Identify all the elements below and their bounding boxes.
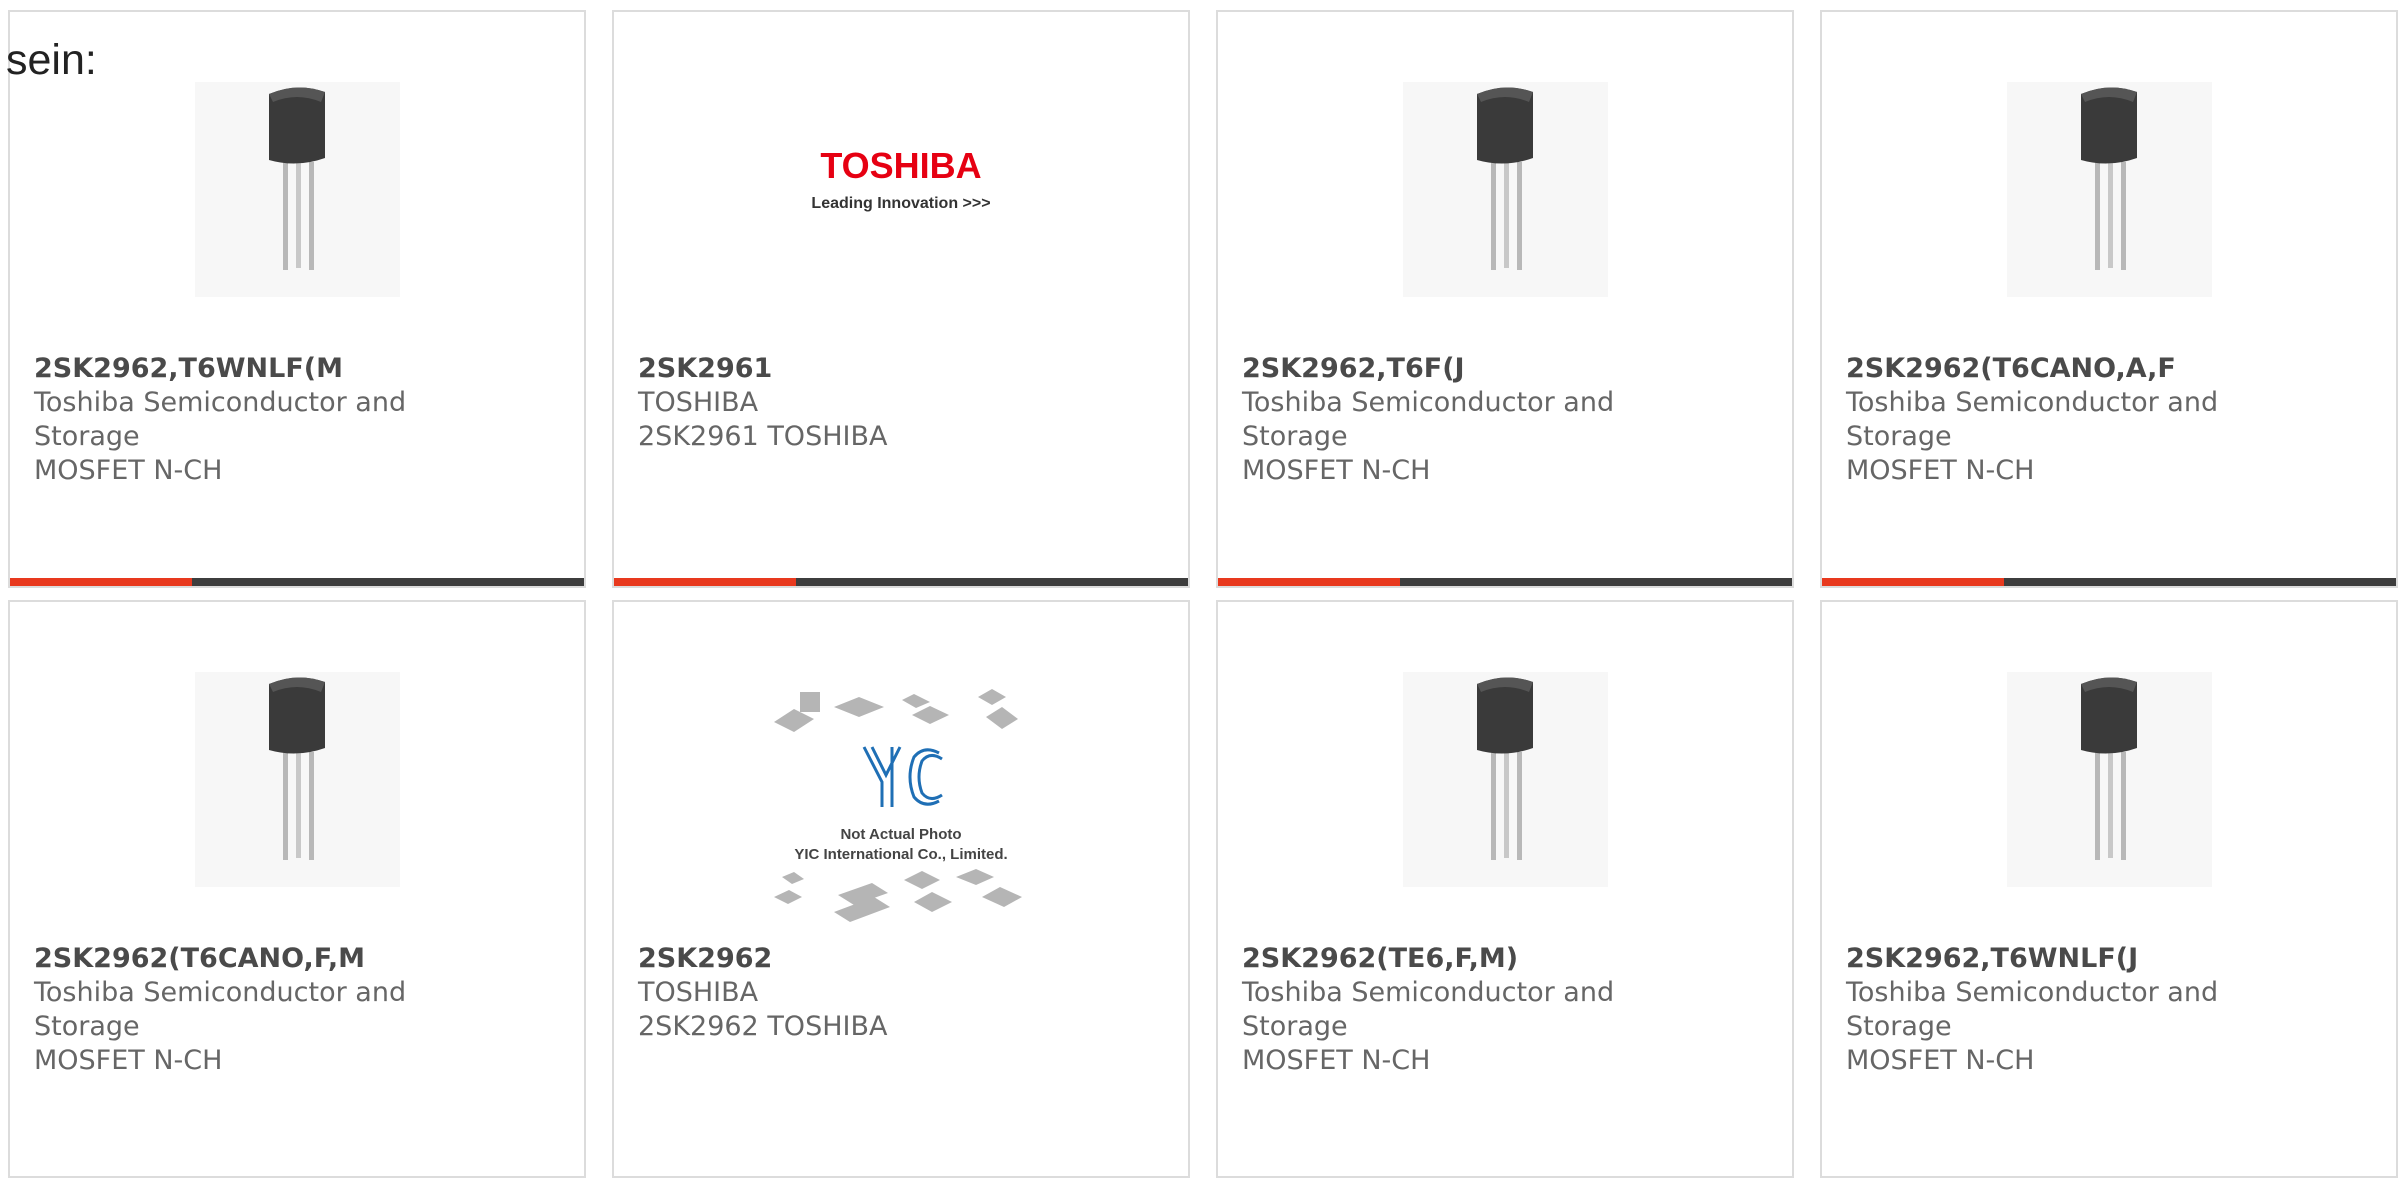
placeholder-line2: YIC International Co., Limited. bbox=[794, 846, 1007, 863]
part-number[interactable]: 2SK2962(T6CANO,F,M bbox=[34, 942, 424, 976]
product-card[interactable]: TOSHIBA Leading Innovation >>> 2SK2961 T… bbox=[612, 10, 1190, 588]
card-bar-accent bbox=[614, 578, 796, 586]
product-card[interactable]: 2SK2962,T6WNLF(J Toshiba Semiconductor a… bbox=[1820, 600, 2398, 1178]
product-card[interactable]: 2SK2962(T6CANO,A,F Toshiba Semiconductor… bbox=[1820, 10, 2398, 588]
manufacturer: Toshiba Semiconductor and Storage bbox=[1846, 977, 2219, 1042]
product-info: 2SK2962 TOSHIBA 2SK2962 TOSHIBA bbox=[638, 942, 1028, 1044]
manufacturer: TOSHIBA bbox=[638, 387, 759, 418]
transistor-image[interactable] bbox=[2007, 82, 2212, 297]
part-number[interactable]: 2SK2962,T6WNLF(M bbox=[34, 352, 424, 386]
product-info: 2SK2962(T6CANO,F,M Toshiba Semiconductor… bbox=[34, 942, 424, 1078]
product-info: 2SK2961 TOSHIBA 2SK2961 TOSHIBA bbox=[638, 352, 1028, 454]
manufacturer: Toshiba Semiconductor and Storage bbox=[1846, 387, 2219, 452]
transistor-image[interactable] bbox=[195, 82, 400, 297]
manufacturer: Toshiba Semiconductor and Storage bbox=[34, 387, 407, 452]
placeholder-line1: Not Actual Photo bbox=[840, 826, 961, 843]
description: 2SK2961 TOSHIBA bbox=[638, 421, 888, 452]
part-number[interactable]: 2SK2962(TE6,F,M) bbox=[1242, 942, 1632, 976]
card-bar bbox=[10, 578, 584, 586]
transistor-image[interactable] bbox=[195, 672, 400, 887]
yic-placeholder-image[interactable]: Not Actual Photo YIC International Co., … bbox=[764, 687, 1039, 937]
product-info: 2SK2962(T6CANO,A,F Toshiba Semiconductor… bbox=[1846, 352, 2236, 488]
card-bar bbox=[1218, 578, 1792, 586]
card-bar bbox=[614, 578, 1188, 586]
card-bar-accent bbox=[1822, 578, 2004, 586]
toshiba-logo[interactable]: TOSHIBA Leading Innovation >>> bbox=[764, 82, 1039, 297]
product-card[interactable]: 2SK2962,T6F(J Toshiba Semiconductor and … bbox=[1216, 10, 1794, 588]
manufacturer: Toshiba Semiconductor and Storage bbox=[1242, 977, 1615, 1042]
description: MOSFET N-CH bbox=[34, 1045, 223, 1076]
description: MOSFET N-CH bbox=[1846, 1045, 2035, 1076]
manufacturer: Toshiba Semiconductor and Storage bbox=[1242, 387, 1615, 452]
product-card[interactable]: Not Actual Photo YIC International Co., … bbox=[612, 600, 1190, 1178]
toshiba-tagline: Leading Innovation >>> bbox=[811, 195, 990, 212]
product-grid: 2SK2962,T6WNLF(M Toshiba Semiconductor a… bbox=[8, 10, 2398, 1178]
card-bar bbox=[1822, 578, 2396, 586]
product-info: 2SK2962,T6F(J Toshiba Semiconductor and … bbox=[1242, 352, 1632, 488]
transistor-image[interactable] bbox=[2007, 672, 2212, 887]
card-bar-accent bbox=[10, 578, 192, 586]
product-info: 2SK2962,T6WNLF(M Toshiba Semiconductor a… bbox=[34, 352, 424, 488]
description: MOSFET N-CH bbox=[1242, 455, 1431, 486]
part-number[interactable]: 2SK2962 bbox=[638, 942, 1028, 976]
manufacturer: Toshiba Semiconductor and Storage bbox=[34, 977, 407, 1042]
transistor-image[interactable] bbox=[1403, 672, 1608, 887]
part-number[interactable]: 2SK2962(T6CANO,A,F bbox=[1846, 352, 2236, 386]
product-card[interactable]: 2SK2962,T6WNLF(M Toshiba Semiconductor a… bbox=[8, 10, 586, 588]
description: MOSFET N-CH bbox=[34, 455, 223, 486]
card-bar-accent bbox=[1218, 578, 1400, 586]
product-info: 2SK2962(TE6,F,M) Toshiba Semiconductor a… bbox=[1242, 942, 1632, 1078]
part-number[interactable]: 2SK2962,T6F(J bbox=[1242, 352, 1632, 386]
part-number[interactable]: 2SK2962,T6WNLF(J bbox=[1846, 942, 2236, 976]
description: MOSFET N-CH bbox=[1242, 1045, 1431, 1076]
toshiba-brand: TOSHIBA bbox=[820, 145, 981, 186]
description: 2SK2962 TOSHIBA bbox=[638, 1011, 888, 1042]
intro-text: sein: bbox=[6, 36, 97, 84]
product-card[interactable]: 2SK2962(T6CANO,F,M Toshiba Semiconductor… bbox=[8, 600, 586, 1178]
product-info: 2SK2962,T6WNLF(J Toshiba Semiconductor a… bbox=[1846, 942, 2236, 1078]
part-number[interactable]: 2SK2961 bbox=[638, 352, 1028, 386]
product-card[interactable]: 2SK2962(TE6,F,M) Toshiba Semiconductor a… bbox=[1216, 600, 1794, 1178]
transistor-image[interactable] bbox=[1403, 82, 1608, 297]
manufacturer: TOSHIBA bbox=[638, 977, 759, 1008]
description: MOSFET N-CH bbox=[1846, 455, 2035, 486]
